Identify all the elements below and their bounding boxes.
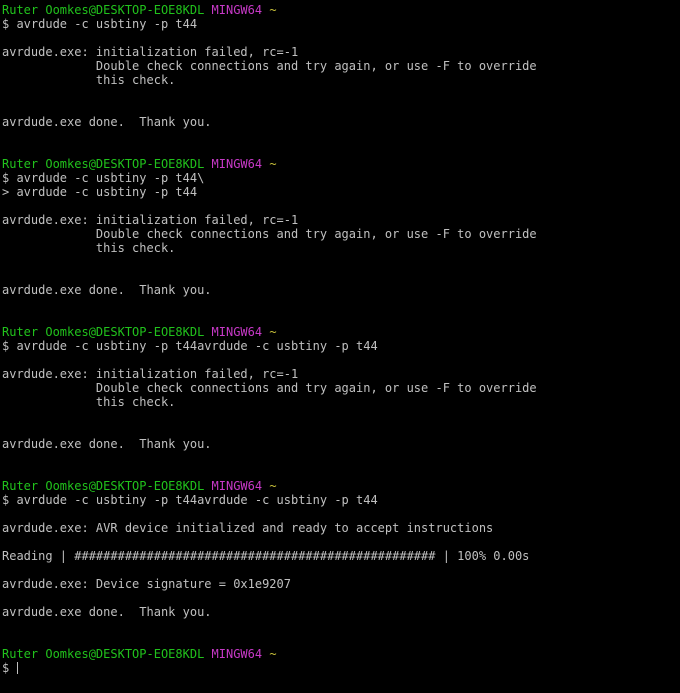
output-line: avrdude.exe done. Thank you.	[2, 283, 212, 297]
output-line: avrdude.exe: initialization failed, rc=-…	[2, 213, 299, 227]
prompt-shell: MINGW64	[211, 479, 263, 493]
output-line: avrdude.exe done. Thank you.	[2, 437, 212, 451]
terminal-window[interactable]: Ruter Oomkes@DESKTOP-EOE8KDL MINGW64 ~ $ …	[0, 0, 680, 693]
output-line: $ avrdude -c usbtiny -p t44	[2, 17, 198, 31]
prompt-user-host: Ruter Oomkes@DESKTOP-EOE8KDL	[2, 479, 205, 493]
prompt-line: Ruter Oomkes@DESKTOP-EOE8KDL MINGW64 ~	[2, 647, 680, 661]
output-line: avrdude.exe done. Thank you.	[2, 605, 212, 619]
output-line: avrdude.exe: AVR device initialized and …	[2, 521, 494, 535]
prompt-path: ~	[269, 325, 277, 339]
output-line: Double check connections and try again, …	[2, 59, 537, 73]
text-cursor[interactable]	[17, 662, 19, 674]
output-line: avrdude.exe: initialization failed, rc=-…	[2, 367, 299, 381]
prompt-shell: MINGW64	[211, 157, 263, 171]
input-prompt-symbol: $	[2, 661, 17, 675]
output-line: Reading | ##############################…	[2, 549, 530, 563]
prompt-line: Ruter Oomkes@DESKTOP-EOE8KDL MINGW64 ~	[2, 479, 680, 493]
prompt-user-host: Ruter Oomkes@DESKTOP-EOE8KDL	[2, 3, 205, 17]
prompt-shell: MINGW64	[211, 325, 263, 339]
output-line: $ avrdude -c usbtiny -p t44avrdude -c us…	[2, 339, 378, 353]
output-line: this check.	[2, 73, 176, 87]
prompt-path: ~	[269, 157, 277, 171]
prompt-line: Ruter Oomkes@DESKTOP-EOE8KDL MINGW64 ~	[2, 157, 680, 171]
output-line: $ avrdude -c usbtiny -p t44avrdude -c us…	[2, 493, 378, 507]
prompt-shell: MINGW64	[211, 3, 263, 17]
prompt-user-host: Ruter Oomkes@DESKTOP-EOE8KDL	[2, 157, 205, 171]
output-line: this check.	[2, 395, 176, 409]
prompt-path: ~	[269, 647, 277, 661]
output-line: avrdude.exe: Device signature = 0x1e9207	[2, 577, 291, 591]
output-line: avrdude.exe: initialization failed, rc=-…	[2, 45, 299, 59]
prompt-user-host: Ruter Oomkes@DESKTOP-EOE8KDL	[2, 325, 205, 339]
prompt-path: ~	[269, 3, 277, 17]
prompt-path: ~	[269, 479, 277, 493]
prompt-line: Ruter Oomkes@DESKTOP-EOE8KDL MINGW64 ~	[2, 3, 680, 17]
output-line: Double check connections and try again, …	[2, 227, 537, 241]
prompt-line: Ruter Oomkes@DESKTOP-EOE8KDL MINGW64 ~	[2, 325, 680, 339]
output-line: this check.	[2, 241, 176, 255]
output-line: avrdude.exe done. Thank you.	[2, 115, 212, 129]
prompt-shell: MINGW64	[211, 647, 263, 661]
output-line: Double check connections and try again, …	[2, 381, 537, 395]
prompt-user-host: Ruter Oomkes@DESKTOP-EOE8KDL	[2, 647, 205, 661]
output-line: $ avrdude -c usbtiny -p t44\	[2, 171, 205, 185]
output-line: > avrdude -c usbtiny -p t44	[2, 185, 198, 199]
command-input-line[interactable]: $	[2, 661, 680, 675]
